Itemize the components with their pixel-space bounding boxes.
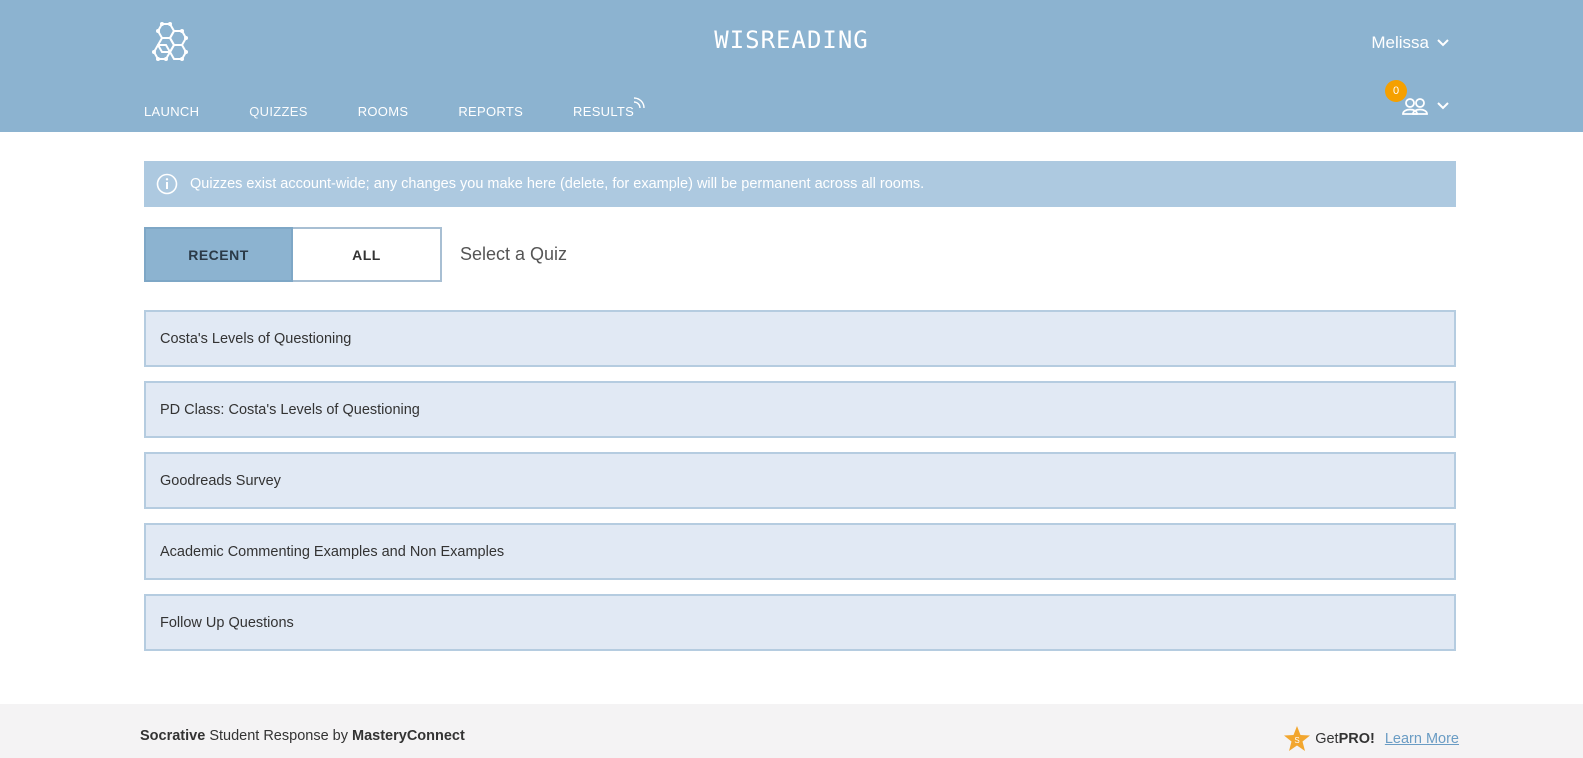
star-icon: S (1284, 726, 1311, 751)
footer-middle-text: Student Response by (205, 728, 353, 744)
nav-quizzes[interactable]: QUIZZES (249, 104, 307, 119)
get-text: Get (1315, 731, 1339, 747)
live-signal-icon (634, 97, 645, 109)
students-group-icon (1402, 98, 1428, 115)
app-header: WISREADING Melissa LAUNCH QUIZZES ROOMS … (0, 0, 1583, 132)
info-icon (156, 173, 178, 195)
get-pro-section: S Get PRO! Learn More (1283, 725, 1459, 753)
rooms-menu[interactable]: 0 (1385, 80, 1449, 116)
room-name-title: WISREADING (714, 26, 869, 54)
tab-recent[interactable]: RECENT (144, 227, 293, 282)
page-footer: Socrative Student Response by MasteryCon… (0, 704, 1583, 758)
user-menu[interactable]: Melissa (1371, 33, 1449, 53)
quiz-item[interactable]: Goodreads Survey (144, 452, 1456, 509)
quiz-filter-tabs: RECENT ALL Select a Quiz (144, 227, 567, 282)
footer-credit: Socrative Student Response by MasteryCon… (140, 728, 465, 744)
info-banner-text: Quizzes exist account-wide; any changes … (190, 176, 925, 192)
footer-brand: Socrative (140, 728, 206, 744)
nav-results[interactable]: RESULTS (573, 97, 645, 119)
quiz-item[interactable]: PD Class: Costa's Levels of Questioning (144, 381, 1456, 438)
nav-rooms[interactable]: ROOMS (358, 104, 409, 119)
quiz-item[interactable]: Academic Commenting Examples and Non Exa… (144, 523, 1456, 580)
rooms-count-badge: 0 (1385, 80, 1407, 102)
tab-all[interactable]: ALL (293, 227, 442, 282)
chevron-down-icon (1437, 102, 1449, 110)
info-banner: Quizzes exist account-wide; any changes … (144, 161, 1456, 207)
nav-reports[interactable]: REPORTS (458, 104, 523, 119)
quiz-item[interactable]: Costa's Levels of Questioning (144, 310, 1456, 367)
quiz-list: Costa's Levels of Questioning PD Class: … (144, 310, 1456, 665)
user-name: Melissa (1371, 33, 1429, 52)
select-quiz-label: Select a Quiz (460, 244, 568, 264)
nav-launch[interactable]: LAUNCH (144, 104, 199, 119)
main-nav: LAUNCH QUIZZES ROOMS REPORTS RESULTS (144, 97, 684, 119)
quiz-item[interactable]: Follow Up Questions (144, 594, 1456, 651)
chevron-down-icon (1437, 39, 1449, 47)
pro-text: PRO! (1338, 731, 1375, 747)
star-letter: S (1295, 736, 1300, 745)
footer-company: MasteryConnect (352, 728, 465, 744)
nav-results-label: RESULTS (573, 104, 635, 119)
learn-more-link[interactable]: Learn More (1385, 731, 1459, 747)
